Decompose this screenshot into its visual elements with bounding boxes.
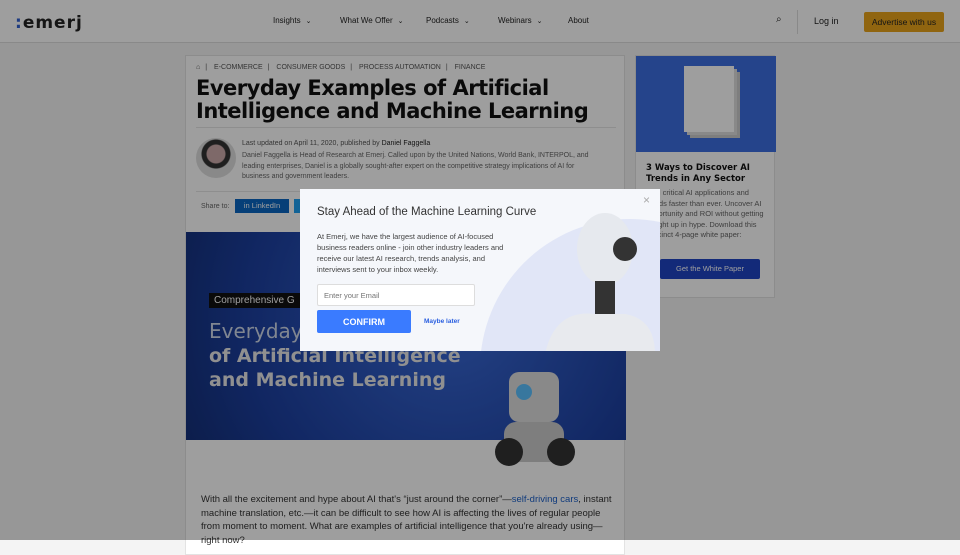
email-input[interactable] [317, 284, 475, 306]
modal-title: Stay Ahead of the Machine Learning Curve [317, 206, 537, 218]
newsletter-modal: × Stay Ahead of the Machine Learning Cur… [300, 189, 660, 351]
confirm-button[interactable]: CONFIRM [317, 310, 411, 333]
humanoid-robot-image [545, 213, 655, 351]
close-icon[interactable]: × [643, 193, 650, 207]
modal-text: At Emerj, we have the largest audience o… [317, 232, 504, 274]
maybe-later-link[interactable]: Maybe later [424, 318, 460, 325]
